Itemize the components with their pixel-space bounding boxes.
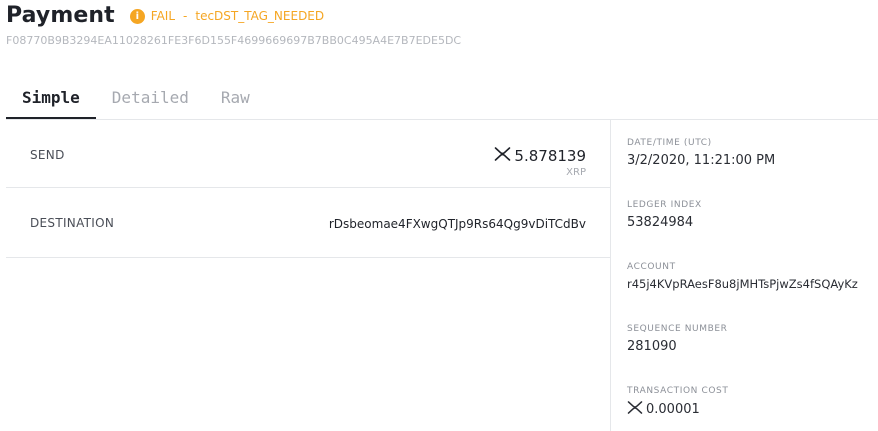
tab-raw[interactable]: Raw	[205, 80, 266, 119]
send-label: SEND	[30, 148, 65, 162]
transaction-header: Payment i FAIL - tecDST_TAG_NEEDED F0877…	[6, 0, 462, 48]
destination-address[interactable]: rDsbeomae4FXwgQTJp9Rs64Qg9vDiTCdBv	[329, 217, 586, 231]
send-amount-value: 5.878139	[514, 147, 586, 165]
destination-label: DESTINATION	[30, 216, 115, 230]
tab-simple[interactable]: Simple	[6, 80, 96, 119]
status-code: tecDST_TAG_NEEDED	[195, 9, 325, 23]
transaction-cost-amount: 0.00001	[646, 402, 700, 417]
ledger-index-label: LEDGER INDEX	[627, 200, 702, 210]
xrp-icon	[627, 401, 643, 418]
destination-row: DESTINATION rDsbeomae4FXwgQTJp9Rs64Qg9vD…	[6, 188, 610, 258]
transaction-cost-field: TRANSACTION COST 0.00001	[627, 386, 728, 418]
status-badge: i FAIL - tecDST_TAG_NEEDED	[129, 8, 325, 24]
sequence-number-label: SEQUENCE NUMBER	[627, 324, 728, 334]
send-amount: 5.878139	[494, 147, 586, 165]
transaction-hash: F08770B9B3294EA11028261FE3F6D155F4699669…	[6, 34, 462, 47]
account-value[interactable]: r45j4KVpRAesF8u8jMHTsPjwZs4fSQAyKz	[627, 277, 858, 291]
ledger-index-value[interactable]: 53824984	[627, 215, 702, 230]
xrp-icon	[494, 147, 511, 165]
transaction-cost-value: 0.00001	[627, 401, 728, 418]
page-title: Payment	[6, 2, 115, 28]
info-icon: i	[129, 8, 145, 24]
datetime-label: DATE/TIME (UTC)	[627, 138, 712, 148]
ledger-index-field: LEDGER INDEX 53824984	[627, 200, 702, 230]
send-currency: XRP	[566, 167, 586, 178]
sequence-number-value: 281090	[627, 339, 677, 354]
account-field: ACCOUNT r45j4KVpRAesF8u8jMHTsPjwZs4fSQAy…	[627, 262, 858, 291]
title-row: Payment i FAIL - tecDST_TAG_NEEDED	[6, 0, 461, 30]
transaction-cost-label: TRANSACTION COST	[627, 386, 729, 396]
tab-detailed[interactable]: Detailed	[96, 80, 205, 119]
send-row: SEND 5.878139 XRP	[6, 120, 610, 188]
datetime-field: DATE/TIME (UTC) 3/2/2020, 11:21:00 PM	[627, 138, 775, 168]
transaction-page: Payment i FAIL - tecDST_TAG_NEEDED F0877…	[0, 0, 878, 431]
details-panel: DATE/TIME (UTC) 3/2/2020, 11:21:00 PM LE…	[627, 120, 878, 431]
status-label: FAIL	[150, 9, 176, 23]
status-separator: -	[183, 9, 188, 23]
simple-panel: SEND 5.878139 XRP DESTINATION rDsbeomae4…	[6, 120, 611, 431]
account-label: ACCOUNT	[627, 262, 676, 272]
tab-bar: Simple Detailed Raw	[6, 80, 878, 120]
sequence-number-field: SEQUENCE NUMBER 281090	[627, 324, 728, 354]
datetime-value: 3/2/2020, 11:21:00 PM	[627, 153, 776, 168]
